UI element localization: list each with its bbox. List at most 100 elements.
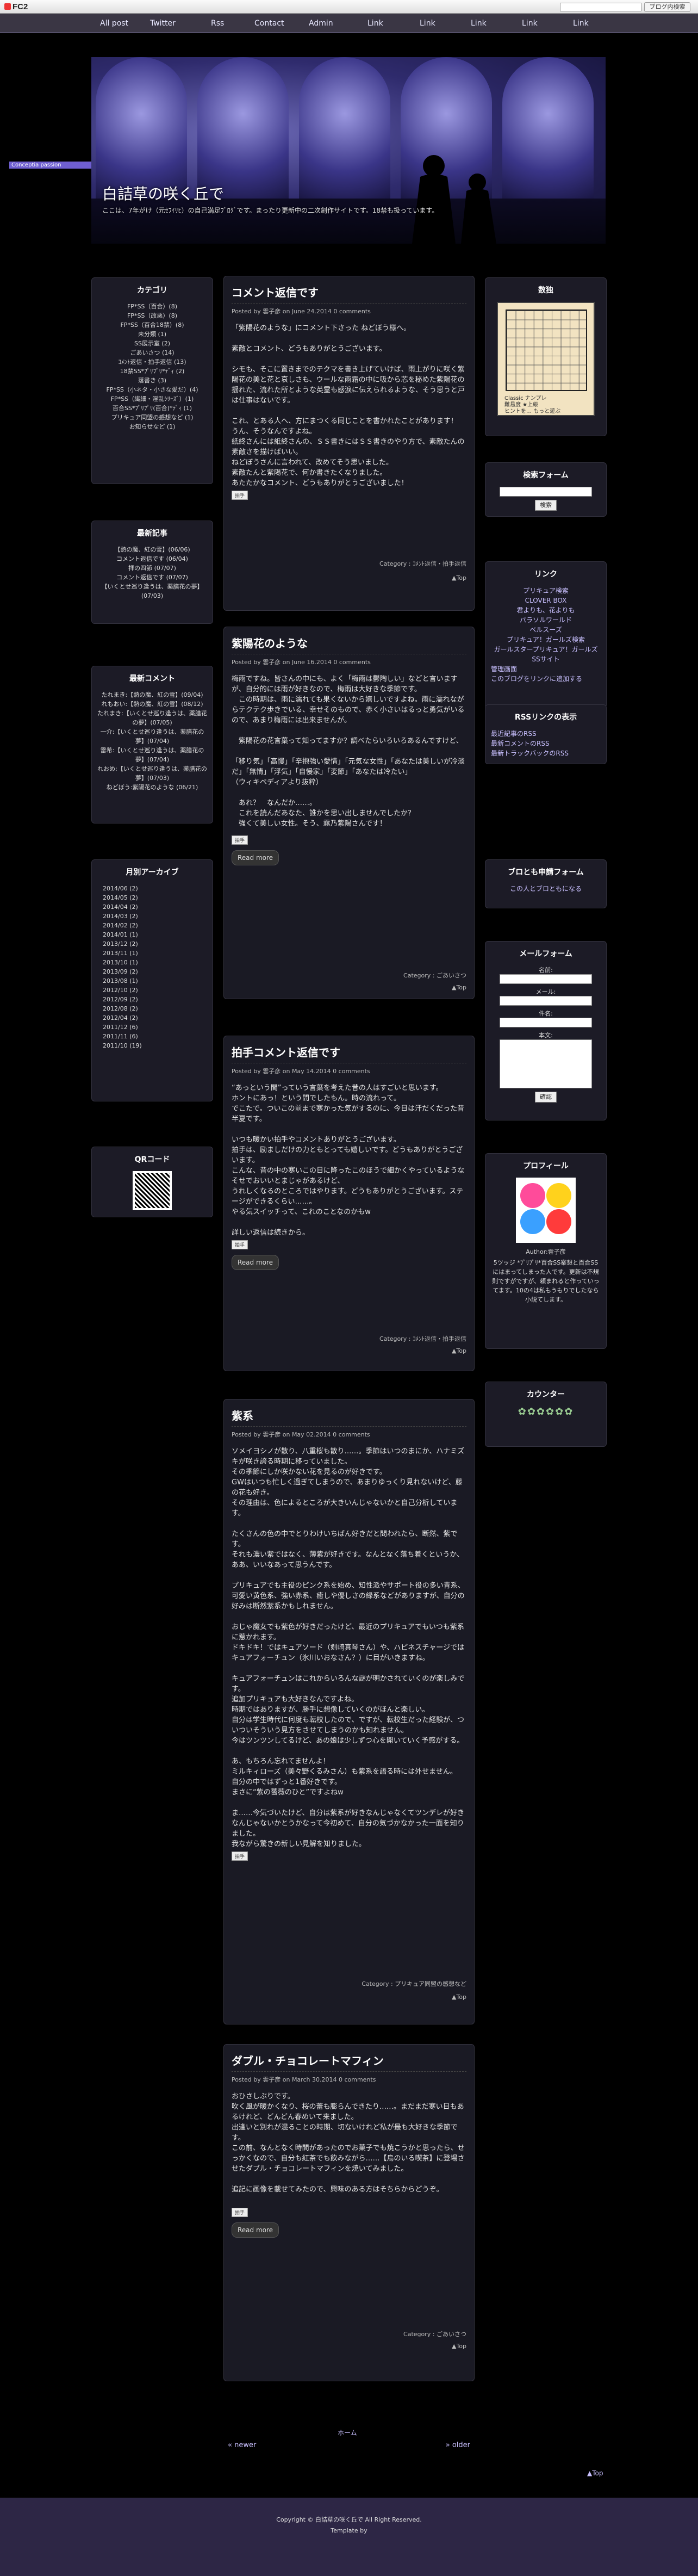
recent-comment-item[interactable]: れもおい:【熱の魔、紅の雪】(08/12) [97,699,207,709]
archive-item[interactable]: 2011/12 (6) [103,1023,207,1032]
web-clap-icon[interactable]: 拍手 [232,2208,248,2217]
read-more-button[interactable]: Read more [232,1255,279,1270]
archive-item[interactable]: 2012/08 (2) [103,1004,207,1013]
nav-admin[interactable]: Admin [309,19,333,28]
nav-link-5[interactable]: Link [573,19,589,28]
footer-template[interactable]: Template by [0,2527,698,2534]
entry-category[interactable]: Category : ｺﾒﾝﾄ返信・拍手返信 [379,1334,466,1343]
entry-category[interactable]: Category : ｺﾒﾝﾄ返信・拍手返信 [379,559,466,568]
entry-title[interactable]: 紫陽花のような [232,635,466,654]
qr-code-image[interactable] [133,1171,172,1210]
category-item[interactable]: FP*SS（改悪）(8) [97,311,207,320]
recent-article-item[interactable]: 【いくとせ巡り逢うは、薬膳花の夢】(07/03) [97,582,207,600]
fc2-search-input[interactable] [560,3,641,11]
nav-link-2[interactable]: Link [420,19,435,28]
older-link[interactable]: » older [446,2441,470,2449]
rss-link[interactable]: 最新コメントのRSS [491,739,601,748]
link-item[interactable]: パラソルワールド [491,615,601,625]
recent-comment-item[interactable]: たれまき:【熱の魔、紅の雪】(09/04) [97,690,207,699]
read-more-button[interactable]: Read more [232,2222,279,2238]
newer-link[interactable]: « newer [228,2441,256,2449]
archive-item[interactable]: 2012/04 (2) [103,1013,207,1023]
recent-article-item[interactable]: 【熱の魔、紅の雪】(06/06) [97,545,207,554]
archive-item[interactable]: 2012/10 (2) [103,986,207,995]
link-admin[interactable]: 管理画面 [491,664,601,674]
web-clap-icon[interactable]: 拍手 [232,1852,248,1861]
category-item[interactable]: ｺﾒﾝﾄ返信・拍手返信 (13) [97,357,207,367]
recent-comment-item[interactable]: 一介:【いくとせ巡り逢うは、薬膳花の夢】(07/04) [97,727,207,746]
entry-top-link[interactable]: ▲Top [452,574,466,581]
nav-link-4[interactable]: Link [522,19,538,28]
entry-category[interactable]: Category : ごあいさつ [403,971,466,980]
archive-item[interactable]: 2013/08 (1) [103,976,207,986]
nav-contact[interactable]: Contact [254,19,284,28]
category-item[interactable]: FP*SS（百合）(8) [97,302,207,311]
entry-title[interactable]: コメント返信です [232,284,466,304]
archive-item[interactable]: 2011/10 (19) [103,1041,207,1050]
entry-top-link[interactable]: ▲Top [452,2343,466,2350]
archive-item[interactable]: 2014/06 (2) [103,884,207,893]
recent-article-item[interactable]: コメント返信です (06/04) [97,554,207,564]
archive-item[interactable]: 2013/10 (1) [103,958,207,967]
rss-link[interactable]: 最新トラックバックのRSS [491,748,601,758]
nav-link-3[interactable]: Link [471,19,487,28]
category-item[interactable]: お知らせなど (1) [97,422,207,431]
link-item[interactable]: プリキュア検索 [491,586,601,596]
read-more-button[interactable]: Read more [232,850,279,865]
nav-rss[interactable]: Rss [211,19,224,28]
entry-category[interactable]: Category : プリキュア同盟の感想など [362,1979,466,1988]
recent-comment-item[interactable]: ねどぼう:紫陽花のような (06/21) [97,783,207,792]
web-clap-icon[interactable]: 拍手 [232,835,248,845]
mail-name-input[interactable] [500,974,592,984]
archive-item[interactable]: 2014/02 (2) [103,921,207,930]
recent-article-item[interactable]: コメント返信です (07/07) [97,573,207,582]
category-item[interactable]: FP*SS（繊細・淫乱ｼﾘｰｽﾞ）(1) [97,394,207,404]
friend-request-link[interactable]: この人とブロともになる [491,884,601,894]
home-link[interactable]: ホーム [338,2428,357,2437]
entry-title[interactable]: 紫系 [232,1407,466,1427]
archive-item[interactable]: 2014/01 (1) [103,930,207,939]
entry-top-link[interactable]: ▲Top [452,1993,466,2001]
entry-category[interactable]: Category : ごあいさつ [403,2330,466,2338]
category-item[interactable]: ごあいさつ (14) [97,348,207,357]
rss-link[interactable]: 最近記事のRSS [491,729,601,739]
mail-confirm-button[interactable]: 確認 [535,1092,557,1103]
category-item[interactable]: プリキュア同盟の感想など (1) [97,413,207,422]
archive-item[interactable]: 2011/11 (6) [103,1032,207,1041]
fc2-logo[interactable]: FC2 [4,2,28,11]
mail-address-input[interactable] [500,996,592,1006]
link-item[interactable]: ベルスーズ [491,625,601,635]
web-clap-icon[interactable]: 拍手 [232,1240,248,1249]
search-input[interactable] [500,487,592,497]
category-item[interactable]: 落書き (3) [97,376,207,385]
archive-item[interactable]: 2014/03 (2) [103,912,207,921]
web-clap-icon[interactable]: 拍手 [232,491,248,500]
link-add-blog[interactable]: このブログをリンクに追加する [491,674,601,684]
recent-comment-item[interactable]: たれまき:【いくとせ巡り逢うは、薬膳花の夢】(07/05) [97,709,207,727]
category-item[interactable]: 18禁SS*ﾌﾟﾘﾌﾟﾘ*ﾃﾞｨ (2) [97,367,207,376]
fc2-search-button[interactable]: ブログ内検索 [644,2,690,12]
mail-subject-input[interactable] [500,1018,592,1027]
entry-top-link[interactable]: ▲Top [452,1347,466,1354]
blog-title[interactable]: 白詰草の咲く丘で [102,182,224,204]
category-item[interactable]: SS展示室 (2) [97,339,207,348]
link-item[interactable]: 君よりも、花よりも [491,605,601,615]
archive-item[interactable]: 2013/09 (2) [103,967,207,976]
entry-title[interactable]: 拍手コメント返信です [232,1044,466,1063]
category-item[interactable]: 百合SS*ﾌﾟﾘﾌﾟﾘ(百合)*ﾃﾞｨ (1) [97,404,207,413]
archive-item[interactable]: 2014/05 (2) [103,893,207,902]
recent-comment-item[interactable]: れおめ:【いくとせ巡り逢うは、薬膳花の夢】(07/03) [97,764,207,783]
nav-link-1[interactable]: Link [367,19,383,28]
category-item[interactable]: FP*SS（百合18禁）(8) [97,320,207,330]
nav-all-post[interactable]: All post [100,19,128,28]
archive-item[interactable]: 2013/12 (2) [103,939,207,949]
archive-item[interactable]: 2012/09 (2) [103,995,207,1004]
link-item[interactable]: プリキュア！ガールズ検索 [491,635,601,645]
sudoku-caption[interactable]: ヒントを… もっと遊ぶ [504,408,560,415]
sudoku-grid[interactable] [506,309,587,391]
link-item[interactable]: CLOVER BOX [491,596,601,605]
nav-twitter[interactable]: Twitter [150,19,176,28]
link-item[interactable]: ガールスタープリキュア！ガールズSSサイト [491,645,601,664]
search-button[interactable]: 検索 [535,500,557,511]
sudoku-widget[interactable]: Classic ナンプレ 難易度 ★上級 ヒントを… もっと遊ぶ [497,302,595,416]
